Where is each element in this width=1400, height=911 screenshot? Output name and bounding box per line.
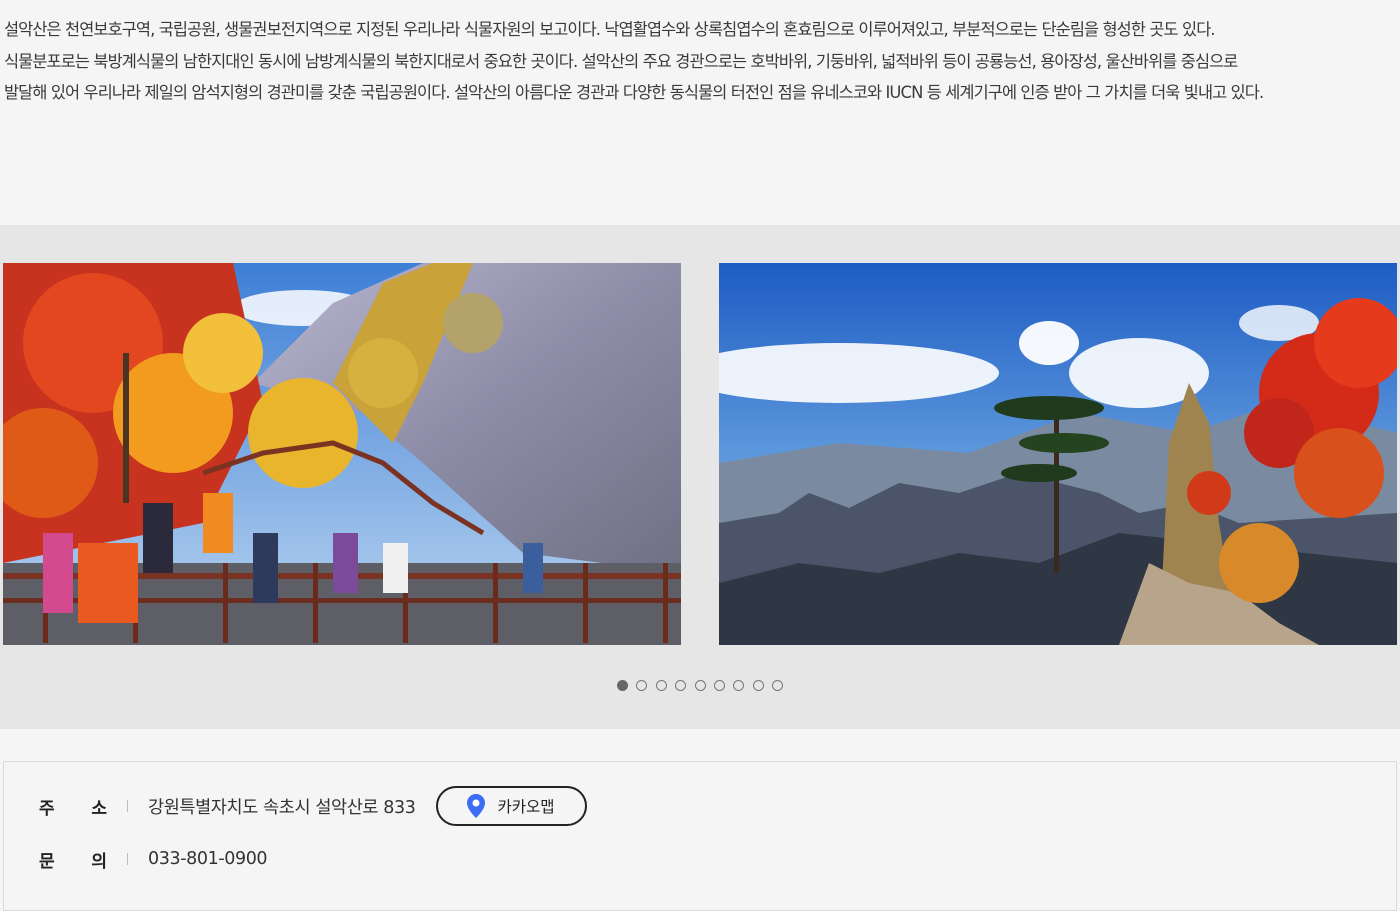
intro-section: 설악산은 천연보호구역, 국립공원, 생물권보전지역으로 지정된 우리나라 식물… (0, 0, 1400, 225)
address-row: 주 소 강원특별자치도 속초시 설악산로 833 카카오맵 (39, 784, 587, 828)
carousel-pagination (617, 680, 784, 691)
photo-gallery (0, 225, 1400, 729)
intro-line: 식물분포로는 북방계식물의 남한지대인 동시에 남방계식물의 북한지대로서 중요… (4, 51, 1238, 71)
intro-line: 설악산은 천연보호구역, 국립공원, 생물권보전지역으로 지정된 우리나라 식물… (4, 20, 1216, 39)
mountain-peak-photo[interactable] (719, 263, 1397, 645)
carousel-dot[interactable] (675, 680, 687, 691)
map-pin-icon (467, 794, 486, 818)
address-label-char: 주 (39, 798, 55, 819)
contact-label-char: 의 (91, 851, 107, 872)
carousel-dot[interactable] (733, 680, 745, 691)
contact-row: 문 의 033-801-0900 (39, 844, 268, 874)
carousel-dot[interactable] (772, 680, 784, 691)
intro-line: 발달해 있어 우리나라 제일의 암석지형의 경관미를 갖춘 국립공원이다. 설악… (4, 83, 1264, 102)
carousel-dot[interactable] (617, 680, 628, 691)
carousel-dot[interactable] (694, 680, 706, 691)
carousel-dot[interactable] (713, 680, 725, 691)
carousel-dot[interactable] (655, 680, 667, 691)
separator (127, 800, 128, 812)
separator (127, 853, 128, 865)
address-label-char: 소 (91, 798, 107, 819)
address-value: 강원특별자치도 속초시 설악산로 833 (148, 797, 416, 818)
kakao-map-label: 카카오맵 (497, 798, 555, 816)
contact-label-char: 문 (39, 851, 55, 872)
carousel-dot[interactable] (636, 680, 648, 691)
address-label: 주 소 (39, 794, 107, 819)
carousel-dot[interactable] (752, 680, 764, 691)
contact-value: 033-801-0900 (148, 849, 268, 869)
kakao-map-button[interactable]: 카카오맵 (435, 786, 587, 826)
contact-label: 문 의 (39, 847, 107, 872)
info-box: 주 소 강원특별자치도 속초시 설악산로 833 카카오맵 문 의 033-80… (3, 761, 1397, 911)
autumn-trail-photo[interactable] (3, 263, 681, 645)
